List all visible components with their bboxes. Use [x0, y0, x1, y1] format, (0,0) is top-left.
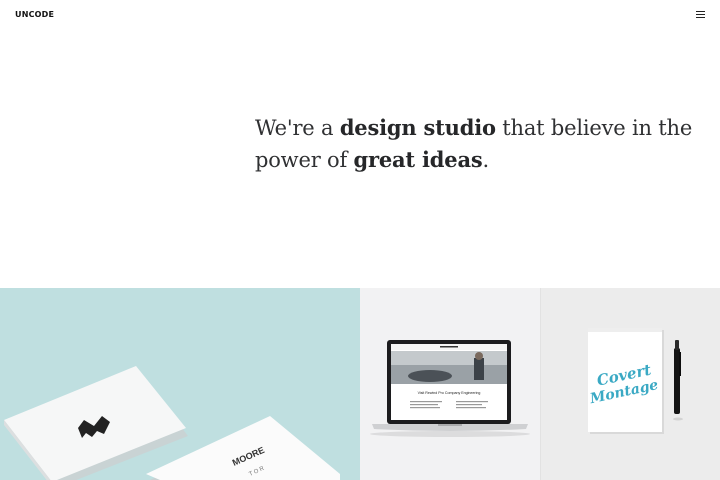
laptop-mockup-image: Visit Rewind Pro Company Engineering [370, 340, 530, 437]
card-stack-left [4, 366, 188, 480]
portfolio-item-notepad[interactable]: Covert Montage [540, 288, 720, 480]
portfolio-gallery: MOORE T O R Visit Rewind Pro Company Eng… [0, 288, 720, 480]
hero-text: power of [255, 148, 354, 172]
laptop-icon: Visit Rewind Pro Company Engineering [370, 340, 530, 437]
hero-emphasis-great-ideas: great ideas [353, 147, 483, 172]
hero-line-2: power of great ideas. [255, 144, 695, 176]
hamburger-menu-icon[interactable] [696, 11, 706, 19]
menu-line [696, 14, 705, 16]
hero-emphasis-design-studio: design studio [339, 115, 496, 140]
hero-text: that believe in the [495, 116, 693, 140]
hero-tagline: We're a design studio that believe in th… [255, 112, 695, 176]
notepad-mockup-image: Covert Montage [588, 328, 683, 434]
laptop-screen-heading: Visit Rewind Pro Company Engineering [418, 391, 481, 395]
hero-line-1: We're a design studio that believe in th… [255, 112, 695, 144]
portfolio-item-business-cards[interactable]: MOORE T O R [0, 288, 360, 480]
notepad-icon: Covert Montage [588, 328, 664, 434]
top-navigation-bar: UNCODE [0, 0, 720, 30]
portfolio-item-laptop[interactable]: Visit Rewind Pro Company Engineering [360, 288, 540, 480]
hero-text: . [482, 148, 489, 172]
menu-line [696, 11, 705, 13]
site-logo[interactable]: UNCODE [15, 10, 54, 19]
business-cards-image: MOORE T O R [4, 366, 340, 480]
menu-line [696, 17, 705, 19]
pen-icon [673, 340, 683, 421]
hero-text: We're a [255, 116, 340, 140]
